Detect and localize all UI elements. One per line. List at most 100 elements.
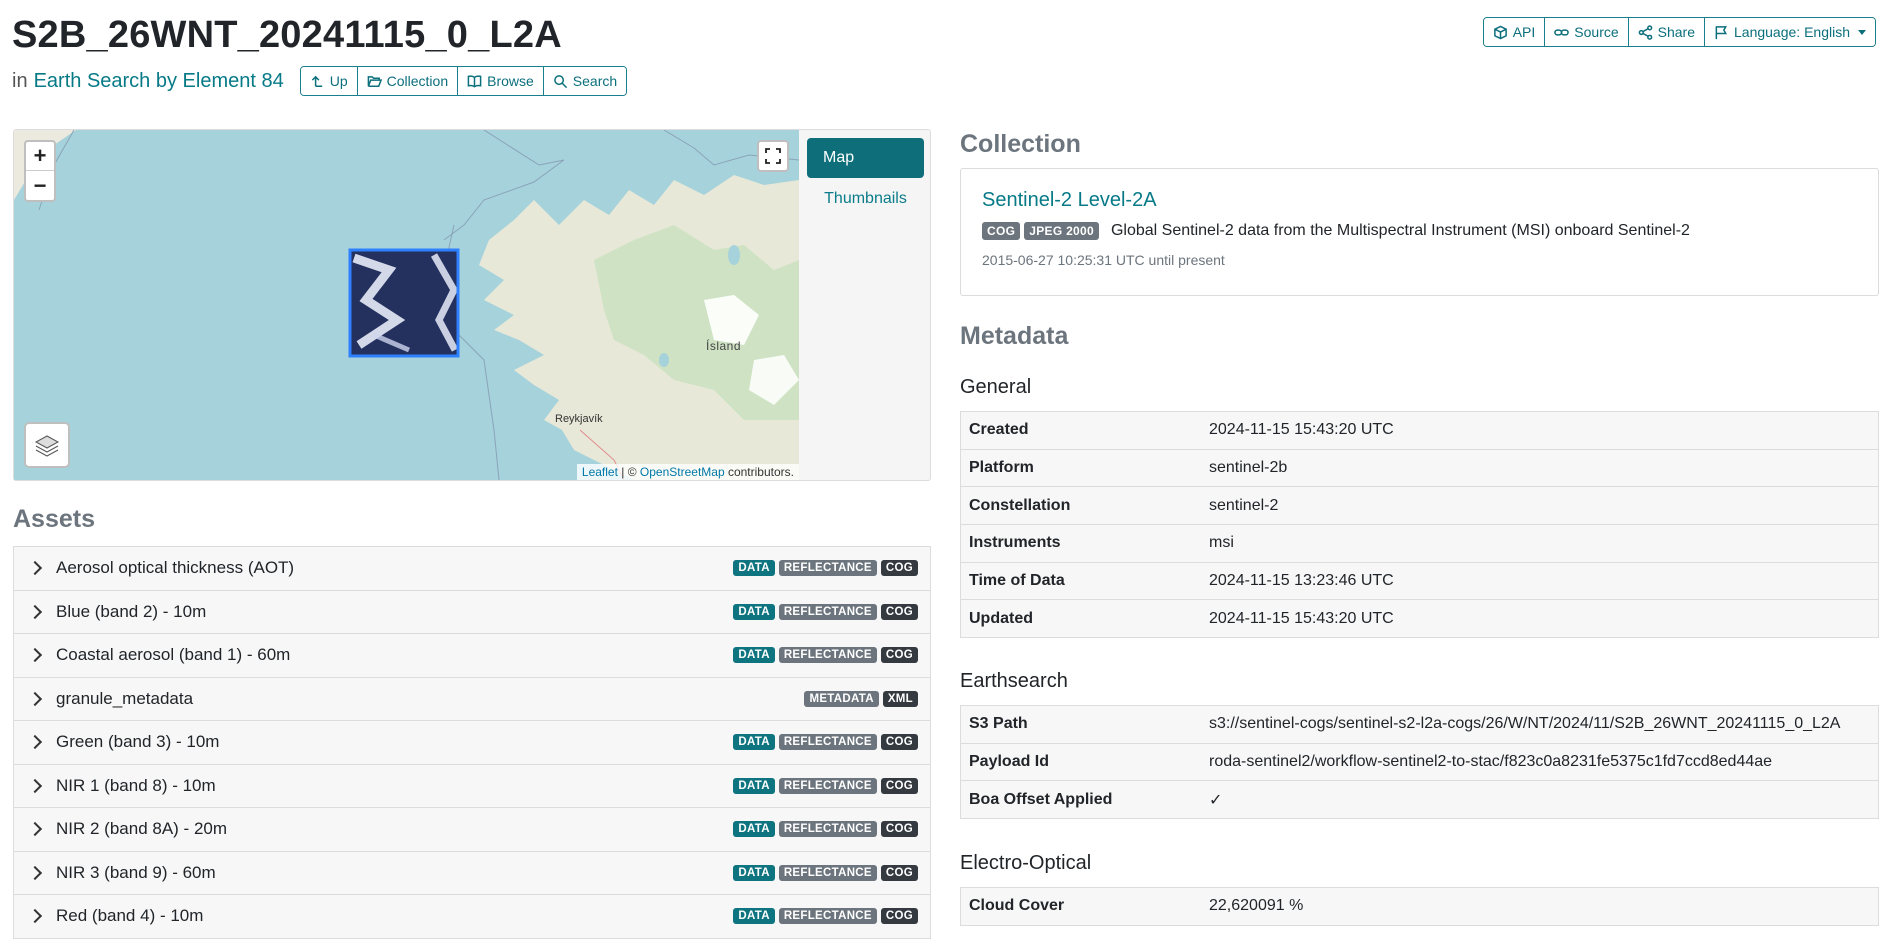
nav-button-group: Up Collection Browse Search bbox=[299, 66, 628, 96]
asset-badge: DATA bbox=[733, 603, 775, 620]
fullscreen-icon bbox=[765, 148, 781, 164]
asset-badge: REFLECTANCE bbox=[778, 864, 877, 881]
asset-badge: METADATA bbox=[804, 690, 879, 707]
asset-row[interactable]: Green (band 3) - 10m DATA REFLECTANCE COG bbox=[14, 721, 930, 765]
osm-link[interactable]: OpenStreetMap bbox=[640, 465, 725, 479]
asset-row[interactable]: Blue (band 2) - 10m DATA REFLECTANCE COG bbox=[14, 590, 930, 634]
metadata-value: roda-sentinel2/workflow-sentinel2-to-sta… bbox=[1209, 753, 1773, 771]
chevron-right-icon bbox=[27, 604, 43, 619]
tab-thumbnails[interactable]: Thumbnails bbox=[807, 179, 924, 219]
collection-card: Sentinel-2 Level-2A COG JPEG 2000 Global… bbox=[960, 168, 1879, 296]
asset-name: granule_metadata bbox=[56, 688, 194, 708]
collection-link[interactable]: Sentinel-2 Level-2A bbox=[982, 189, 1857, 212]
metadata-key: Platform bbox=[969, 459, 1034, 477]
metadata-row: Platform sentinel-2b bbox=[961, 449, 1878, 488]
asset-badge: COG bbox=[880, 908, 918, 925]
subtitle: in Earth Search by Element 84 Up Collect… bbox=[12, 66, 628, 96]
metadata-key: Payload Id bbox=[969, 753, 1050, 771]
metadata-value: 22,620091 % bbox=[1209, 897, 1304, 915]
metadata-value: sentinel-2 bbox=[1209, 496, 1279, 514]
arrow-up-icon bbox=[311, 75, 322, 87]
asset-badge: REFLECTANCE bbox=[778, 734, 877, 751]
share-button[interactable]: Share bbox=[1628, 18, 1705, 46]
top-button-group: API Source Share Language: English bbox=[1482, 17, 1876, 47]
metadata-heading: Metadata bbox=[960, 322, 1069, 350]
asset-badge: COG bbox=[880, 603, 918, 620]
fullscreen-button[interactable] bbox=[757, 140, 789, 172]
chevron-right-icon bbox=[27, 648, 43, 663]
metadata-row: Updated 2024-11-15 15:43:20 UTC bbox=[961, 600, 1878, 639]
search-button-label: Search bbox=[572, 73, 618, 89]
layers-button[interactable] bbox=[24, 422, 70, 468]
asset-row[interactable]: Aerosol optical thickness (AOT) DATA REFLE… bbox=[14, 547, 930, 591]
earthsearch-table: S3 Path s3://sentinel-cogs/sentinel-s2-l2… bbox=[960, 705, 1879, 820]
asset-badge: XML bbox=[882, 690, 918, 707]
browse-button[interactable]: Browse bbox=[458, 67, 544, 95]
zoom-in-button[interactable]: + bbox=[26, 142, 54, 171]
asset-badge: REFLECTANCE bbox=[778, 908, 877, 925]
browse-button-label: Browse bbox=[487, 73, 534, 89]
asset-badge: REFLECTANCE bbox=[778, 647, 877, 664]
asset-name: Aerosol optical thickness (AOT) bbox=[56, 558, 295, 578]
asset-badge: DATA bbox=[733, 864, 775, 881]
metadata-value: 2024-11-15 15:43:20 UTC bbox=[1209, 609, 1394, 627]
metadata-key: Updated bbox=[969, 609, 1033, 627]
asset-badge: DATA bbox=[733, 821, 775, 838]
source-button[interactable]: Source bbox=[1545, 18, 1629, 46]
search-button[interactable]: Search bbox=[543, 67, 627, 95]
language-dropdown[interactable]: Language: English bbox=[1705, 18, 1875, 46]
label-reykjavik: Reykjavík bbox=[555, 413, 603, 425]
zoom-out-button[interactable]: − bbox=[26, 171, 54, 200]
attribution-sep: | © bbox=[617, 465, 640, 479]
chevron-right-icon bbox=[27, 865, 43, 880]
top-toolbar: API Source Share Language: English bbox=[1482, 17, 1876, 47]
map-card: Ísland Reykjavík + − Leaflet | © OpenStr… bbox=[13, 129, 931, 481]
api-button-label: API bbox=[1512, 24, 1536, 40]
leaflet-link[interactable]: Leaflet bbox=[582, 465, 618, 479]
asset-name: Coastal aerosol (band 1) - 60m bbox=[56, 645, 291, 665]
api-button[interactable]: API bbox=[1483, 18, 1546, 46]
asset-badge: COG bbox=[880, 777, 918, 794]
asset-badge: COG bbox=[880, 864, 918, 881]
asset-badge: COG bbox=[880, 821, 918, 838]
metadata-row: Payload Id roda-sentinel2/workflow-sentin… bbox=[961, 743, 1878, 782]
map-view[interactable]: Ísland Reykjavík + − Leaflet | © OpenStr… bbox=[14, 130, 799, 480]
asset-row[interactable]: NIR 3 (band 9) - 60m DATA REFLECTANCE COG bbox=[14, 851, 930, 895]
label-iceland: Ísland bbox=[706, 339, 742, 353]
metadata-row: Boa Offset Applied ✓ bbox=[961, 781, 1878, 820]
earthsearch-heading: Earthsearch bbox=[960, 670, 1068, 692]
asset-name: NIR 1 (band 8) - 10m bbox=[56, 775, 216, 795]
asset-badge: REFLECTANCE bbox=[778, 821, 877, 838]
link-icon bbox=[1554, 28, 1570, 36]
asset-name: NIR 2 (band 8A) - 20m bbox=[56, 819, 228, 839]
catalog-link[interactable]: Earth Search by Element 84 bbox=[34, 70, 284, 93]
metadata-row: Created 2024-11-15 15:43:20 UTC bbox=[961, 412, 1878, 450]
metadata-row: S3 Path s3://sentinel-cogs/sentinel-s2-l2… bbox=[961, 706, 1878, 744]
collection-description-text: Global Sentinel-2 data from the Multispe… bbox=[1110, 222, 1690, 239]
metadata-key: Time of Data bbox=[969, 572, 1065, 590]
asset-badge: COG bbox=[880, 560, 918, 577]
language-dropdown-label: Language: English bbox=[1734, 24, 1850, 40]
asset-badge: DATA bbox=[733, 734, 775, 751]
map-attribution: Leaflet | © OpenStreetMap contributors. bbox=[576, 464, 799, 480]
tab-map[interactable]: Map bbox=[807, 138, 924, 178]
metadata-value: 2024-11-15 13:23:46 UTC bbox=[1209, 572, 1394, 590]
collection-button[interactable]: Collection bbox=[357, 67, 459, 95]
item-page: S2B_26WNT_20241115_0_L2A in Earth Search… bbox=[0, 0, 1892, 939]
asset-name: Green (band 3) - 10m bbox=[56, 732, 220, 752]
asset-badge: COG bbox=[880, 734, 918, 751]
map-tiles bbox=[14, 130, 799, 480]
up-button[interactable]: Up bbox=[300, 67, 358, 95]
asset-name: NIR 3 (band 9) - 60m bbox=[56, 862, 216, 882]
zoom-control: + − bbox=[24, 140, 56, 202]
flag-icon bbox=[1715, 25, 1728, 39]
asset-row[interactable]: Coastal aerosol (band 1) - 60m DATA REFLEC… bbox=[14, 634, 930, 678]
asset-row[interactable]: granule_metadata METADATA XML bbox=[14, 677, 930, 721]
box-icon bbox=[1493, 25, 1507, 39]
book-icon bbox=[467, 74, 482, 88]
asset-row[interactable]: NIR 2 (band 8A) - 20m DATA REFLECTANCE COG bbox=[14, 808, 930, 852]
asset-row[interactable]: NIR 1 (band 8) - 10m DATA REFLECTANCE COG bbox=[14, 764, 930, 808]
metadata-key: Cloud Cover bbox=[969, 897, 1065, 915]
chevron-right-icon bbox=[27, 735, 43, 750]
asset-badge: REFLECTANCE bbox=[778, 777, 877, 794]
